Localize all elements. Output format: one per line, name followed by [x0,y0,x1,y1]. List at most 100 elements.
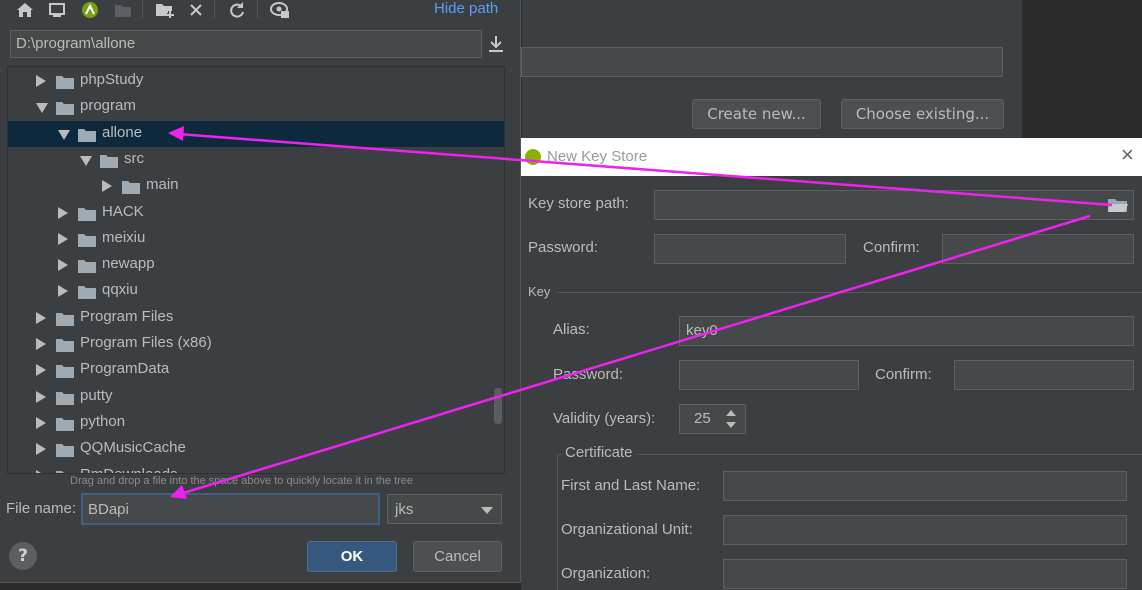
project-icon[interactable] [80,0,100,20]
key-password-field[interactable] [679,360,859,390]
tree-item-label: putty [80,386,113,404]
tree-item-label: QQMusicCache [80,439,186,457]
tree-item-label: Program Files [80,307,174,325]
tree-item-label: qqxiu [102,281,138,299]
tree-item[interactable]: phpStudy [8,68,504,94]
expand-right-icon[interactable] [36,338,46,350]
key-confirm-label: Confirm: [875,366,932,383]
tree-item-label: main [146,176,179,194]
tree-item[interactable]: allone [8,120,504,147]
expand-right-icon[interactable] [36,443,46,456]
expand-down-icon[interactable] [36,103,48,114]
tree-item[interactable]: newapp [8,252,504,278]
tree-item[interactable]: main [8,173,504,199]
tree-item[interactable]: putty [8,384,504,410]
expand-right-icon[interactable] [58,232,68,245]
dialog-title: New Key Store [547,148,648,165]
expand-right-icon[interactable] [58,206,68,219]
alias-label: Alias: [553,321,590,338]
expand-down-icon[interactable] [58,129,70,140]
tree-item[interactable]: src [8,147,504,173]
path-field[interactable]: D:\program\allone [10,30,482,58]
toolbar-separator [214,0,215,18]
certificate-label: Certificate [561,444,637,461]
folder-icon [78,284,96,300]
org-unit-field[interactable] [723,515,1127,545]
tree-item-label: phpStudy [80,71,144,88]
background-path-field[interactable] [521,47,1003,77]
alias-field[interactable]: key0 [679,316,1134,346]
tree-item-label: allone [102,123,143,141]
tree-item-label: RmDownloads [80,465,178,474]
first-last-name-field[interactable] [723,471,1127,501]
folder-open-icon[interactable] [1107,196,1129,214]
delete-icon[interactable] [186,0,206,20]
folder-icon [78,232,96,247]
tree-item[interactable]: HACK [8,200,504,226]
key-store-path-field[interactable] [654,190,1134,220]
android-studio-icon [525,149,541,165]
tree-item-label: newapp [102,255,155,273]
expand-right-icon[interactable] [36,416,46,429]
file-chooser-dialog: Hide path D:\program\allone phpStudy prog… [0,0,521,583]
tree-item[interactable]: QQMusicCache [8,436,504,462]
expand-right-icon[interactable] [58,285,68,298]
cancel-button[interactable]: Cancel [413,541,502,572]
tree-item[interactable]: ProgramData [8,357,504,383]
expand-right-icon[interactable] [36,75,46,87]
confirm-password-field[interactable] [942,234,1134,264]
expand-down-icon[interactable] [80,155,92,166]
show-hidden-icon[interactable] [270,0,290,20]
key-confirm-field[interactable] [954,360,1134,390]
folder-icon [56,390,74,405]
folder-icon [122,179,140,195]
expand-right-icon[interactable] [36,311,46,324]
spinner-arrows-icon[interactable] [717,404,746,434]
tree-item[interactable]: meixiu [8,226,504,252]
choose-existing-button[interactable]: Choose existing... [841,99,1004,129]
extension-select[interactable]: jks [387,494,502,524]
org-unit-label: Organizational Unit: [561,521,693,538]
folder-icon [78,258,96,274]
folder-icon [56,469,74,473]
folder-icon [56,363,74,379]
help-button[interactable]: ? [9,542,37,570]
tree-item[interactable]: RmDownloads [8,463,504,474]
tree-item[interactable]: python [8,410,504,436]
folder-icon [56,337,74,352]
tree-item-label: meixiu [102,228,146,246]
folder-icon [56,100,74,116]
create-new-button[interactable]: Create new... [692,99,821,129]
desktop-icon[interactable] [47,0,67,20]
folder-icon [56,74,74,89]
home-icon[interactable] [15,0,35,20]
refresh-icon[interactable] [227,0,247,20]
tree-item-label: ProgramData [80,360,170,378]
key-store-path-label: Key store path: [528,195,629,212]
tree-item[interactable]: Program Files (x86) [8,331,504,357]
confirm-label: Confirm: [863,239,920,256]
validity-label: Validity (years): [553,410,656,427]
folder-icon [78,206,96,221]
new-folder-icon[interactable] [155,0,175,20]
tree-item-label: program [80,97,136,115]
expand-right-icon[interactable] [36,364,46,377]
tree-item[interactable]: qqxiu [8,278,504,304]
password-field[interactable] [654,234,846,264]
expand-right-icon[interactable] [102,180,112,193]
ok-button[interactable]: OK [307,541,397,572]
download-icon[interactable] [486,33,506,55]
close-button[interactable]: × [1121,142,1134,168]
folder-tree[interactable]: phpStudy program allone src main HACK meixiu ne… [7,66,505,474]
tree-item[interactable]: program [8,94,504,120]
expand-right-icon[interactable] [58,259,68,272]
expand-right-icon[interactable] [36,469,46,473]
chevron-down-icon [481,507,493,514]
password-label: Password: [528,239,599,256]
tree-scrollbar[interactable] [494,388,502,424]
tree-item[interactable]: Program Files [8,305,504,331]
expand-right-icon[interactable] [36,390,46,403]
hide-path-link[interactable]: Hide path [434,0,498,17]
organization-field[interactable] [723,559,1127,589]
file-name-input[interactable] [81,493,380,525]
